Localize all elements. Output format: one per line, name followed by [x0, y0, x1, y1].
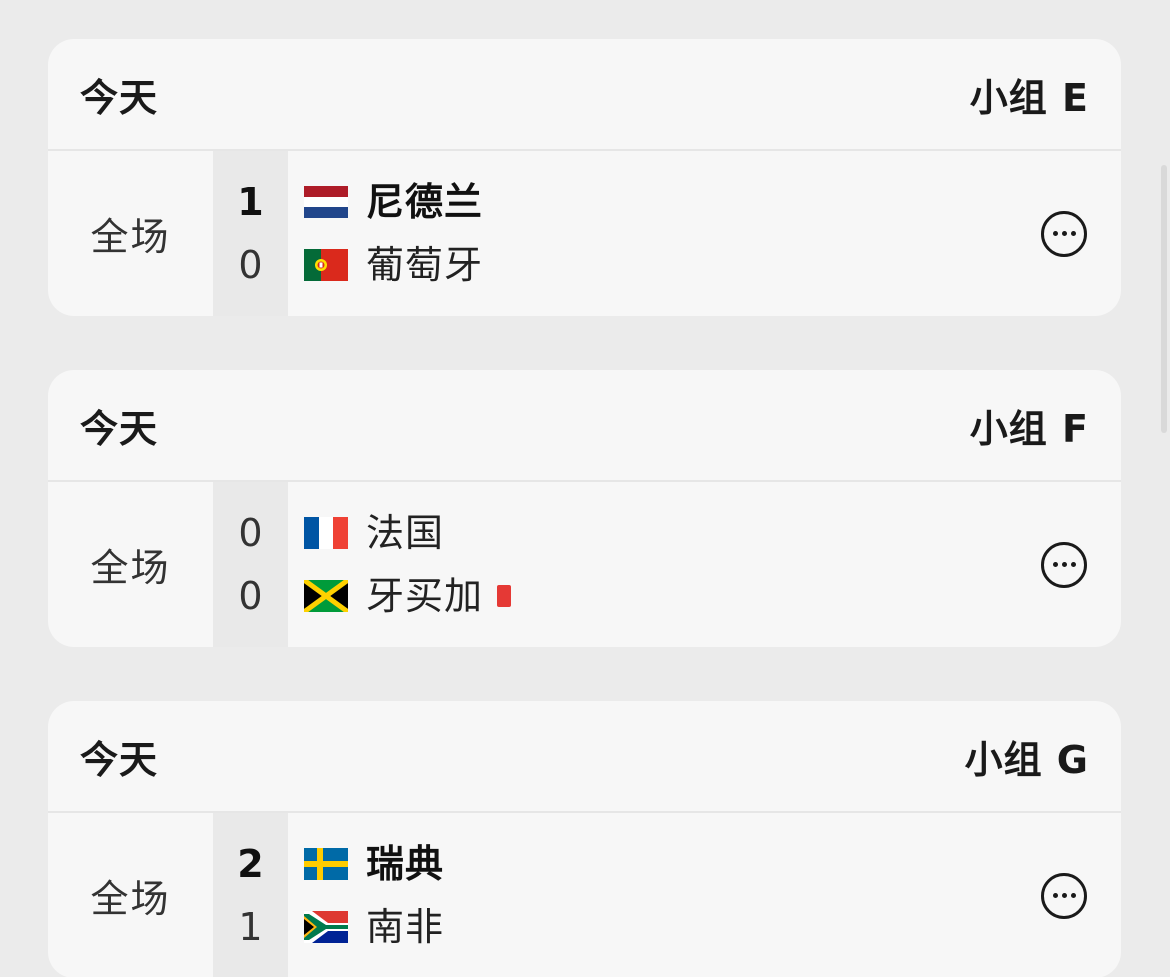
netherlands-flag-icon	[304, 186, 348, 218]
home-team[interactable]: 法国	[304, 510, 1121, 555]
match-day-label: 今天	[80, 406, 159, 451]
home-score: 0	[238, 510, 263, 555]
match-status: 全场	[90, 215, 171, 259]
match-status: 全场	[90, 546, 171, 590]
group-label: 小组 G	[964, 737, 1089, 782]
match-card-body[interactable]: 全场 2 1 瑞典 南非	[48, 813, 1121, 977]
match-day-label: 今天	[80, 737, 159, 782]
match-day-label: 今天	[80, 75, 159, 120]
teams-column: 尼德兰 葡萄牙	[288, 151, 1121, 316]
away-team[interactable]: 牙买加	[304, 573, 1121, 618]
match-list: 今天 小组 E 全场 1 0 尼德兰 葡萄牙 今天 小组 F 全场 0 0 法国…	[0, 0, 1170, 977]
match-card-body[interactable]: 全场 0 0 法国 牙买加	[48, 482, 1121, 647]
match-status: 全场	[90, 877, 171, 921]
home-score: 1	[237, 179, 264, 224]
home-score: 2	[237, 841, 264, 886]
south-africa-flag-icon	[304, 911, 348, 943]
teams-column: 法国 牙买加	[288, 482, 1121, 647]
away-score: 0	[238, 573, 263, 618]
more-horizontal-circle-icon[interactable]	[1041, 210, 1087, 257]
more-horizontal-circle-icon[interactable]	[1041, 872, 1087, 919]
home-team[interactable]: 尼德兰	[304, 179, 1121, 224]
away-team-name: 牙买加	[366, 573, 484, 618]
teams-column: 瑞典 南非	[288, 813, 1121, 977]
away-team-name: 葡萄牙	[366, 242, 484, 287]
match-card-header: 今天 小组 F	[48, 370, 1121, 482]
match-card[interactable]: 今天 小组 G 全场 2 1 瑞典 南非	[48, 701, 1121, 977]
group-label: 小组 F	[969, 406, 1089, 451]
away-team-name: 南非	[366, 904, 445, 949]
more-horizontal-circle-icon[interactable]	[1041, 541, 1087, 588]
away-score: 1	[238, 904, 263, 949]
score-column: 1 0	[213, 151, 288, 316]
away-team[interactable]: 葡萄牙	[304, 242, 1121, 287]
jamaica-flag-icon	[304, 580, 348, 612]
match-card-body[interactable]: 全场 1 0 尼德兰 葡萄牙	[48, 151, 1121, 316]
red-card-icon	[497, 585, 512, 607]
home-team-name: 瑞典	[366, 841, 445, 886]
home-team-name: 法国	[366, 510, 445, 555]
home-team[interactable]: 瑞典	[304, 841, 1121, 886]
away-team[interactable]: 南非	[304, 904, 1121, 949]
score-column: 2 1	[213, 813, 288, 977]
match-card[interactable]: 今天 小组 E 全场 1 0 尼德兰 葡萄牙	[48, 39, 1121, 316]
score-column: 0 0	[213, 482, 288, 647]
match-card-header: 今天 小组 G	[48, 701, 1121, 813]
away-score: 0	[238, 242, 263, 287]
match-card-header: 今天 小组 E	[48, 39, 1121, 151]
sweden-flag-icon	[304, 848, 348, 880]
scrollbar[interactable]	[1161, 165, 1167, 433]
portugal-flag-icon	[304, 249, 348, 281]
group-label: 小组 E	[969, 75, 1089, 120]
france-flag-icon	[304, 517, 348, 549]
match-card[interactable]: 今天 小组 F 全场 0 0 法国 牙买加	[48, 370, 1121, 647]
home-team-name: 尼德兰	[366, 179, 484, 224]
